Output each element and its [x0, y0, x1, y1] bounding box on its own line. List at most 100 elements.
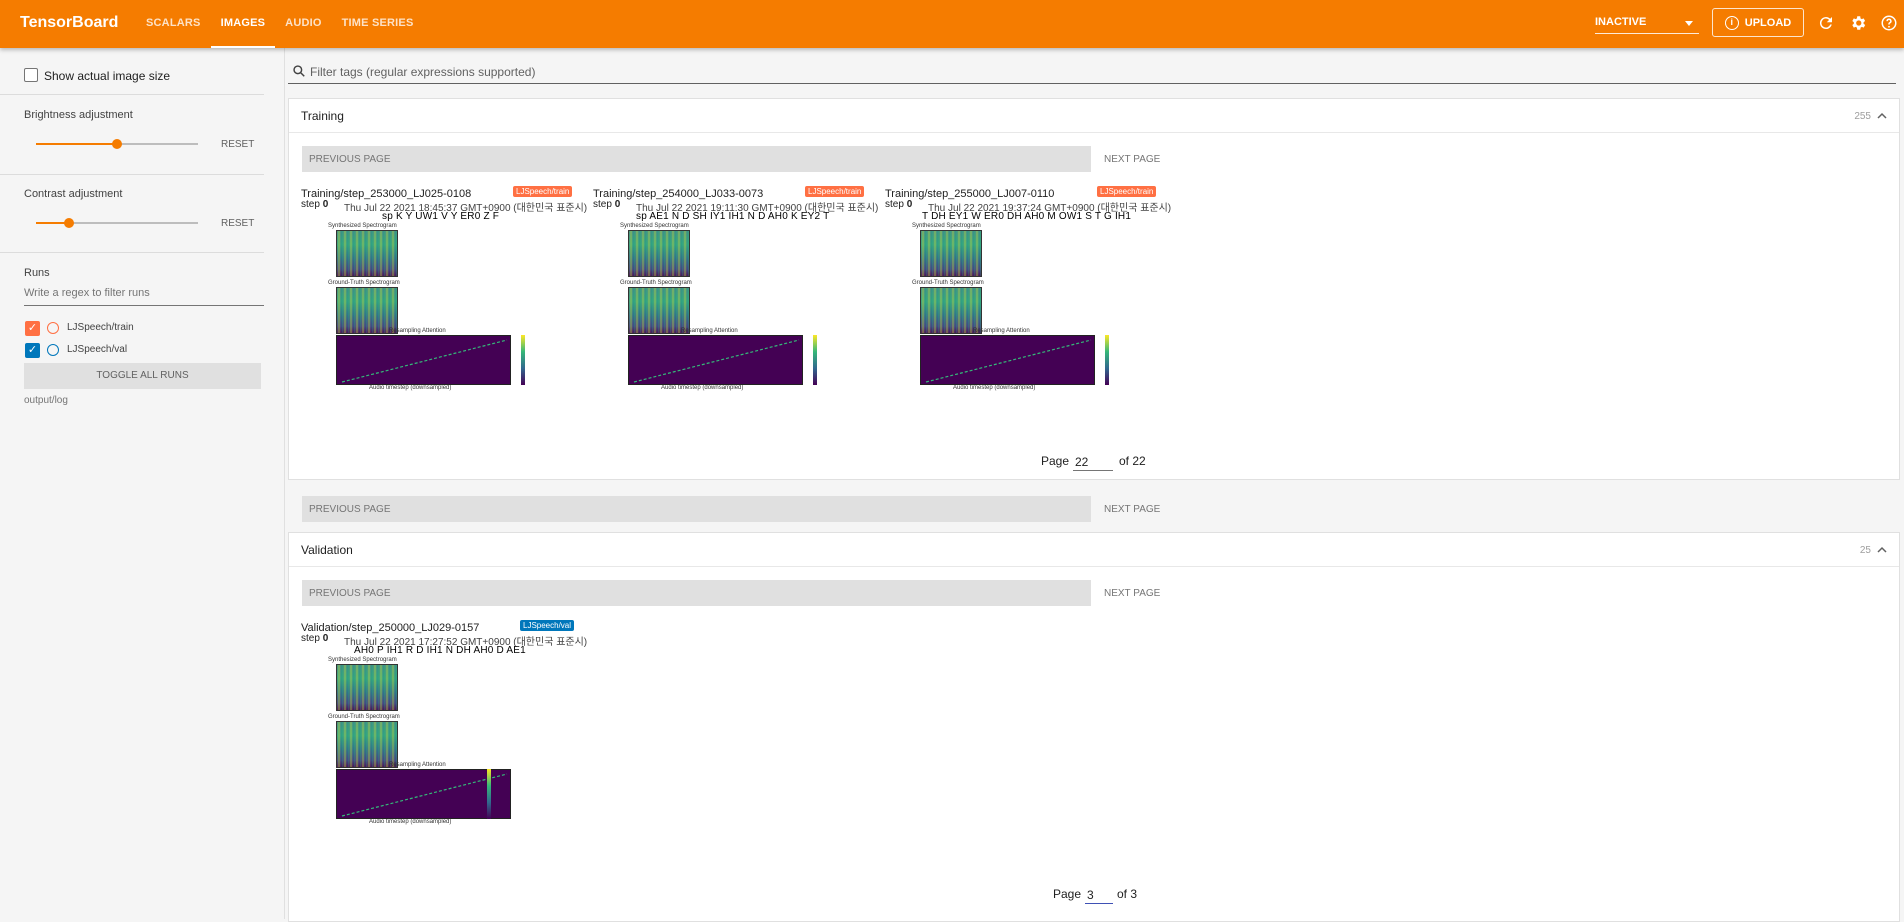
section-training: Training 255 PREVIOUS PAGE NEXT PAGE Tra… — [288, 98, 1900, 522]
app-brand[interactable]: TensorBoard — [20, 14, 118, 32]
show-actual-size-label: Show actual image size — [44, 69, 171, 83]
attention-xlabel: Audio timestep (downsampled) — [953, 385, 1036, 391]
dropdown-caret-icon — [1685, 21, 1693, 26]
image-card[interactable]: Training/step_255000_LJ007-0110 LJSpeech… — [885, 186, 1175, 418]
section-header[interactable]: Validation 25 — [289, 533, 1899, 567]
section-title: Training — [301, 109, 344, 123]
brightness-slider-thumb[interactable] — [112, 139, 122, 149]
brightness-slider[interactable] — [36, 139, 198, 149]
attention-plot — [336, 335, 511, 385]
attention-alignment-line — [925, 339, 1092, 383]
image-card[interactable]: Training/step_253000_LJ025-0108 LJSpeech… — [301, 186, 591, 418]
brightness-reset-button[interactable]: RESET — [221, 139, 254, 150]
sidebar-divider — [0, 252, 264, 253]
ground-truth-spectrogram — [336, 287, 398, 334]
search-icon — [293, 65, 305, 77]
toggle-all-runs-button[interactable]: TOGGLE ALL RUNS — [24, 363, 261, 389]
runs-filter-input[interactable]: Write a regex to filter runs — [24, 284, 264, 306]
step-label: step — [885, 199, 904, 210]
step-label: step — [301, 199, 320, 210]
run-checkbox-val[interactable]: ✓ — [25, 343, 40, 358]
attention-label: Resampling Attention — [389, 762, 446, 768]
synthesized-spectrogram — [920, 230, 982, 277]
attention-label: Resampling Attention — [681, 328, 738, 334]
inactive-select-value: INACTIVE — [1595, 16, 1647, 28]
contrast-label: Contrast adjustment — [24, 188, 123, 200]
chevron-up-icon[interactable] — [1877, 111, 1887, 121]
page-indicator: Page — [1053, 887, 1081, 901]
refresh-icon[interactable] — [1817, 14, 1835, 32]
chevron-up-icon[interactable] — [1877, 545, 1887, 555]
brightness-slider-fill — [36, 143, 117, 145]
section-header[interactable]: Training 255 — [289, 99, 1899, 133]
gt-spectrogram-label: Ground-Truth Spectrogram — [328, 714, 400, 720]
image-phonemes: AH0 P IH1 R D IH1 N DH AH0 D AE1 — [354, 645, 526, 656]
page-label: Page — [1053, 887, 1082, 901]
page-total: of 3 — [1117, 887, 1138, 901]
image-card[interactable]: Validation/step_250000_LJ029-0157 LJSpee… — [301, 620, 591, 852]
attention-plot — [628, 335, 803, 385]
run-checkbox-train[interactable]: ✓ — [25, 321, 40, 336]
colorbar — [521, 335, 525, 385]
run-color-train[interactable] — [47, 322, 59, 334]
run-label-val: LJSpeech/val — [67, 344, 128, 355]
top-app-bar: TensorBoard SCALARS IMAGES AUDIO TIME SE… — [0, 0, 1904, 48]
show-actual-size-checkbox[interactable] — [24, 68, 38, 82]
attention-xlabel: Audio timestep (downsampled) — [661, 385, 744, 391]
upload-button[interactable]: i UPLOAD — [1712, 8, 1804, 37]
attention-label: Resampling Attention — [389, 328, 446, 334]
image-phonemes: sp K Y UW1 V Y ER0 Z F — [382, 211, 500, 222]
step-value: 0 — [322, 199, 329, 210]
settings-icon[interactable] — [1849, 14, 1867, 32]
step-label: step — [593, 199, 612, 210]
attention-alignment-line — [633, 339, 800, 383]
ground-truth-spectrogram — [628, 287, 690, 334]
run-chip: LJSpeech/val — [520, 620, 575, 631]
gt-spectrogram-label: Ground-Truth Spectrogram — [328, 280, 400, 286]
tab-audio[interactable]: AUDIO — [275, 0, 331, 48]
synthesized-spectrogram — [628, 230, 690, 277]
help-icon[interactable] — [1880, 14, 1898, 32]
image-phonemes: sp AE1 N D SH IY1 IH1 N D AH0 K EY2 T — [636, 211, 830, 222]
sidebar-divider — [0, 174, 264, 175]
image-card[interactable]: Training/step_254000_LJ033-0073 LJSpeech… — [593, 186, 883, 418]
page-label: Page — [1041, 454, 1070, 468]
run-color-val[interactable] — [47, 344, 59, 356]
image-phonemes: T DH EY1 W ER0 DH AH0 M OW1 S T G IH1 — [922, 211, 1132, 222]
page-number-input[interactable]: 3 — [1085, 888, 1113, 904]
brightness-label: Brightness adjustment — [24, 109, 133, 121]
section-title: Validation — [301, 543, 353, 557]
tag-filter-placeholder: Filter tags (regular expressions support… — [310, 65, 536, 79]
gt-spectrogram-label: Ground-Truth Spectrogram — [620, 280, 692, 286]
contrast-reset-button[interactable]: RESET — [221, 218, 254, 229]
tab-images[interactable]: IMAGES — [210, 0, 276, 48]
previous-page-button[interactable]: PREVIOUS PAGE — [302, 496, 1091, 522]
attention-xlabel: Audio timestep (downsampled) — [369, 385, 452, 391]
contrast-slider-thumb[interactable] — [64, 218, 74, 228]
page-number-input[interactable]: 22 — [1073, 455, 1113, 471]
inactive-plugins-select[interactable]: INACTIVE — [1595, 12, 1699, 34]
previous-page-button[interactable]: PREVIOUS PAGE — [302, 146, 1091, 172]
info-icon: i — [1724, 15, 1739, 30]
section-count: 255 — [1854, 111, 1871, 122]
runs-title: Runs — [24, 267, 50, 279]
step-value: 0 — [614, 199, 621, 210]
next-page-button[interactable]: NEXT PAGE — [1104, 588, 1160, 599]
synthesized-spectrogram — [336, 664, 398, 711]
tag-filter-input[interactable]: Filter tags (regular expressions support… — [288, 60, 1896, 84]
contrast-slider[interactable] — [36, 218, 198, 228]
attention-label: Resampling Attention — [973, 328, 1030, 334]
gt-spectrogram-label: Ground-Truth Spectrogram — [912, 280, 984, 286]
tab-time-series[interactable]: TIME SERIES — [332, 0, 424, 48]
attention-plot — [920, 335, 1095, 385]
previous-page-button[interactable]: PREVIOUS PAGE — [302, 580, 1091, 606]
sidebar-divider — [0, 94, 264, 95]
next-page-button[interactable]: NEXT PAGE — [1104, 504, 1160, 515]
synthesized-spectrogram — [336, 230, 398, 277]
run-label-train: LJSpeech/train — [67, 322, 134, 333]
upload-label: UPLOAD — [1744, 16, 1792, 29]
tab-scalars[interactable]: SCALARS — [136, 0, 211, 48]
next-page-button[interactable]: NEXT PAGE — [1104, 154, 1160, 165]
section-count: 25 — [1859, 545, 1871, 556]
ground-truth-spectrogram — [336, 721, 398, 768]
